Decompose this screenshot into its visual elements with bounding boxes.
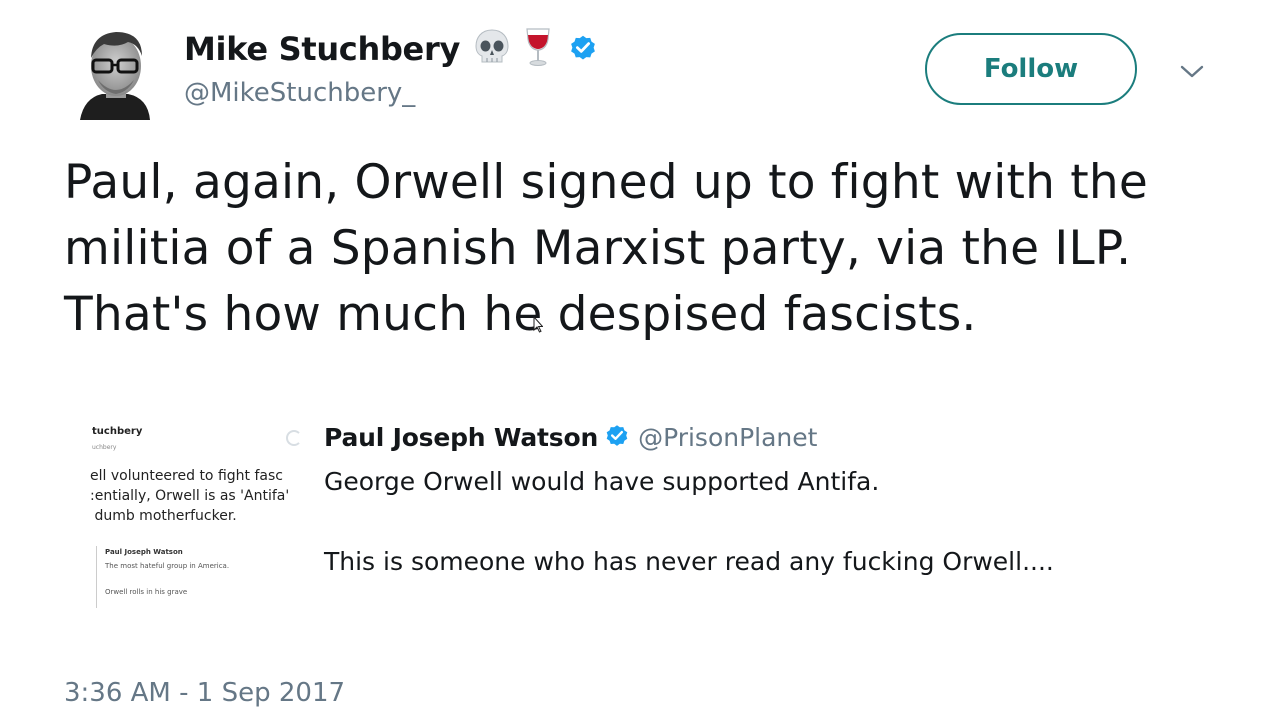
follow-button[interactable]: Follow xyxy=(925,33,1137,105)
author-name-row: Mike Stuchbery xyxy=(184,24,598,74)
quoted-tweet-thumbnail[interactable]: tuchbery uchbery ell volunteered to figh… xyxy=(90,418,312,614)
quoted-tweet-header: Paul Joseph Watson @PrisonPlanet xyxy=(324,420,817,454)
verified-badge-icon xyxy=(568,32,598,66)
thumbnail-nested-name: Paul Joseph Watson xyxy=(105,548,183,556)
thumbnail-author-name: tuchbery xyxy=(92,426,143,437)
tweet-container: Mike Stuchbery @MikeStuchbery_ Follow Pa… xyxy=(0,0,1280,720)
verified-badge-icon xyxy=(604,422,630,452)
tweet-timestamp[interactable]: 3:36 AM - 1 Sep 2017 xyxy=(64,678,345,708)
quoted-author-handle[interactable]: @PrisonPlanet xyxy=(638,423,817,452)
thumbnail-nested-quote: Paul Joseph Watson The most hateful grou… xyxy=(96,546,312,608)
tweet-text: Paul, again, Orwell signed up to fight w… xyxy=(64,155,1148,342)
avatar-image xyxy=(80,32,150,120)
skull-icon xyxy=(474,28,510,70)
avatar[interactable] xyxy=(78,22,152,120)
thumbnail-author-handle: uchbery xyxy=(92,444,117,451)
text-cursor-icon xyxy=(533,315,544,338)
wine-glass-icon xyxy=(524,27,552,71)
chevron-down-icon[interactable] xyxy=(1178,62,1206,82)
quoted-tweet-card[interactable]: tuchbery uchbery ell volunteered to figh… xyxy=(86,418,1196,618)
author-display-name[interactable]: Mike Stuchbery xyxy=(184,30,460,68)
loading-spinner-icon xyxy=(286,430,302,446)
thumbnail-nested-text-2: Orwell rolls in his grave xyxy=(105,588,188,596)
thumbnail-nested-text: The most hateful group in America. xyxy=(105,562,230,570)
thumbnail-tweet-text: ell volunteered to fight fasc :entially,… xyxy=(90,468,290,524)
quoted-author-name[interactable]: Paul Joseph Watson xyxy=(324,423,598,452)
author-handle[interactable]: @MikeStuchbery_ xyxy=(184,78,415,108)
quoted-tweet-text: George Orwell would have supported Antif… xyxy=(324,467,1054,576)
